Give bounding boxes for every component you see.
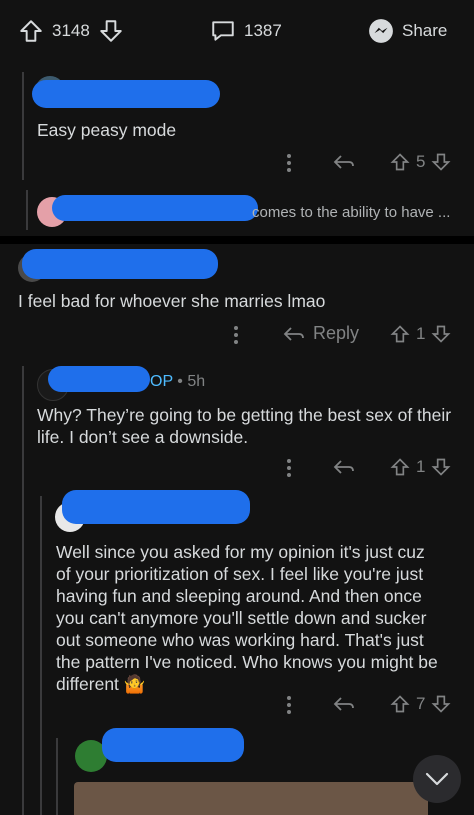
vote-group: 1 <box>390 457 451 477</box>
vote-group: 5 <box>390 152 451 172</box>
redacted-username <box>22 249 218 279</box>
more-options-icon[interactable] <box>284 152 294 174</box>
downvote-icon[interactable] <box>431 694 451 714</box>
comment-count: 1387 <box>244 21 282 40</box>
upvote-icon[interactable] <box>18 18 44 44</box>
comment-line: Well since you asked for my opinion it's… <box>56 542 425 562</box>
vote-group: 7 <box>390 694 451 714</box>
comment-line: different 🤷 <box>56 673 438 695</box>
comment-icon <box>210 18 236 44</box>
upvote-icon[interactable] <box>390 457 410 477</box>
comment-line: having fun and sleeping around. And then… <box>56 586 422 606</box>
vote-group: 1 <box>390 324 451 344</box>
reply-label: Reply <box>313 323 360 343</box>
chevron-down-icon <box>425 772 449 786</box>
more-options-icon[interactable] <box>284 457 294 479</box>
reply-arrow-icon[interactable] <box>333 457 355 477</box>
upvote-icon[interactable] <box>390 694 410 714</box>
scroll-down-button[interactable] <box>413 755 461 803</box>
comment-meta: OP • 5h <box>150 373 205 391</box>
upvote-icon[interactable] <box>390 324 410 344</box>
share-label: Share <box>402 21 448 40</box>
comment-body: Well since you asked for my opinion it's… <box>56 541 438 695</box>
comment-body: Easy peasy mode <box>37 120 177 140</box>
thread-line[interactable] <box>22 72 24 180</box>
comment-line: the pattern I've noticed. Who knows you … <box>56 652 438 672</box>
comments-button[interactable]: 1387 <box>210 18 282 44</box>
reply-button[interactable]: Reply <box>283 323 359 344</box>
vote-count: 5 <box>416 152 426 171</box>
comment-age: • 5h <box>177 373 206 390</box>
comment-line-text: different <box>56 674 119 694</box>
thread-line[interactable] <box>56 738 58 815</box>
shrug-emoji: 🤷 <box>123 674 146 694</box>
comment-line: of your prioritization of sex. I feel li… <box>56 564 424 584</box>
redacted-username <box>52 195 258 221</box>
post-vote-group: 3148 <box>18 18 124 44</box>
more-options-icon[interactable] <box>284 694 294 716</box>
comment-line: out someone who was working hard. That's… <box>56 630 424 650</box>
post-vote-count: 3148 <box>52 21 90 40</box>
reply-arrow-icon[interactable] <box>333 694 355 714</box>
downvote-icon[interactable] <box>431 324 451 344</box>
comment-line: you can't anymore you'll settle down and… <box>56 608 427 628</box>
downvote-icon[interactable] <box>431 152 451 172</box>
reply-arrow-icon[interactable] <box>333 152 355 172</box>
more-options-icon[interactable] <box>231 324 241 346</box>
downvote-icon[interactable] <box>431 457 451 477</box>
post-action-bar: 3148 1387 Share <box>0 0 474 62</box>
thread-line[interactable] <box>26 190 28 230</box>
thread-line[interactable] <box>22 366 24 815</box>
op-badge: OP <box>150 373 173 390</box>
redacted-username <box>48 366 150 392</box>
comment-body: I feel bad for whoever she marries lmao <box>18 291 326 311</box>
collapsed-comment-snippet[interactable]: comes to the ability to have ... <box>252 202 450 224</box>
vote-count: 1 <box>416 457 426 476</box>
thread-line[interactable] <box>40 496 42 815</box>
vote-count: 1 <box>416 324 426 343</box>
vote-count: 7 <box>416 694 426 713</box>
comment-body: Why? They’re going to be getting the bes… <box>37 405 452 447</box>
upvote-icon[interactable] <box>390 152 410 172</box>
redacted-username <box>102 728 244 762</box>
redacted-username <box>32 80 220 108</box>
redacted-username <box>62 490 250 524</box>
downvote-icon[interactable] <box>98 18 124 44</box>
share-button[interactable]: Share <box>368 18 447 44</box>
image-preview[interactable] <box>74 782 428 815</box>
divider <box>0 236 474 244</box>
messenger-share-icon <box>368 18 394 44</box>
reply-arrow-icon <box>283 324 305 344</box>
